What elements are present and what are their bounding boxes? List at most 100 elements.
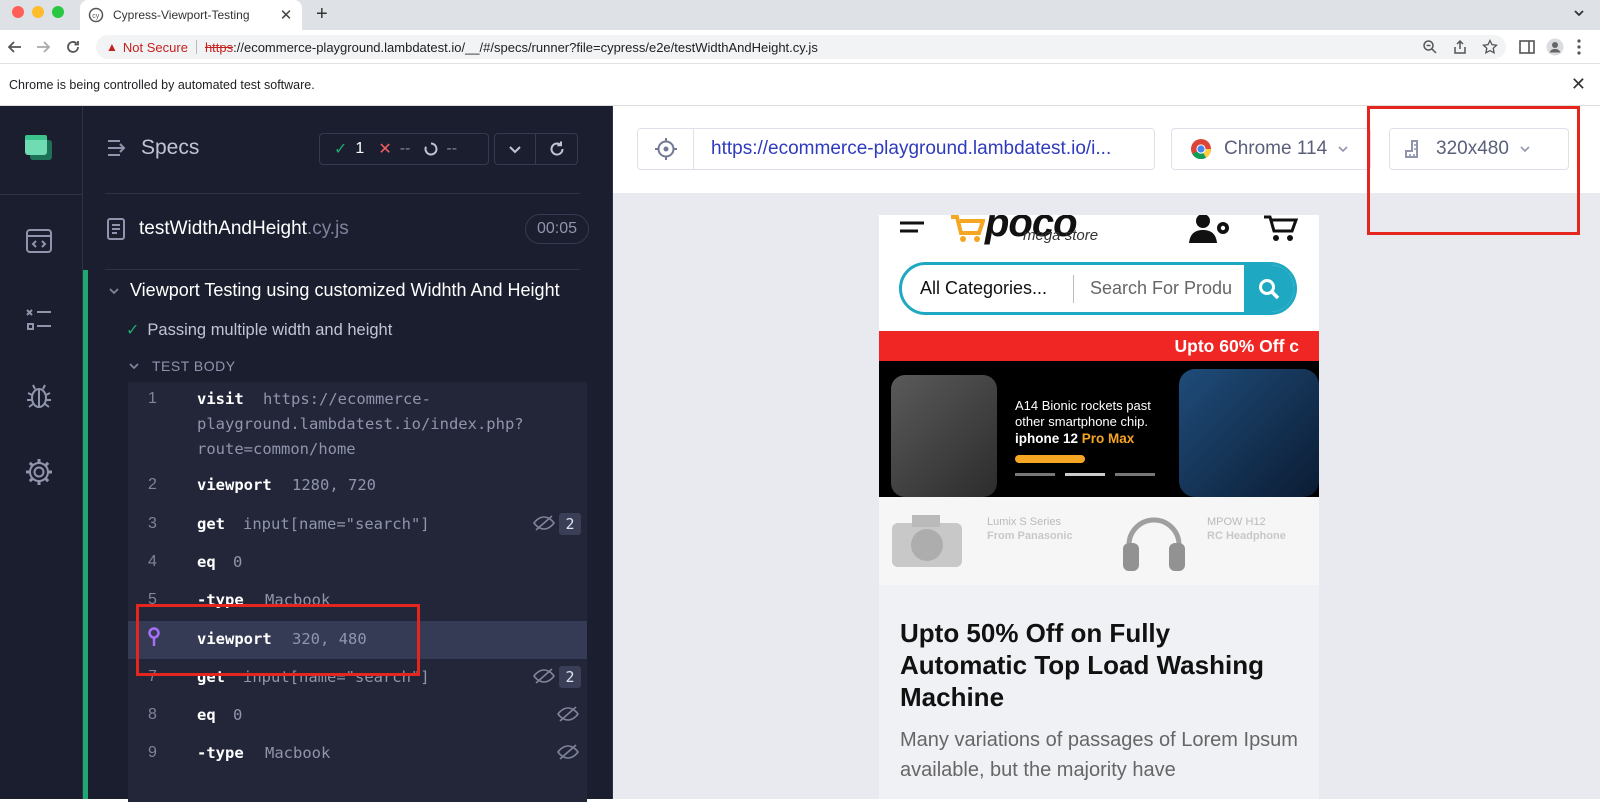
automation-message: Chrome is being controlled by automated …	[9, 78, 315, 92]
banner-subtitle: From Panasonic	[987, 530, 1073, 542]
camera-image	[892, 515, 962, 567]
bookmark-star-icon[interactable]	[1482, 39, 1498, 55]
url-text: ://ecommerce-playground.lambdatest.io/__…	[233, 39, 818, 55]
zoom-icon[interactable]	[1422, 39, 1438, 55]
specs-list-icon	[108, 140, 126, 156]
rerun-button[interactable]	[536, 133, 578, 165]
test-body-label: TEST BODY	[152, 358, 236, 374]
failed-stat: ✕ --	[378, 139, 410, 159]
command-row[interactable]: 1 visit https://ecommerce- playground.la…	[128, 390, 587, 476]
iphone-front-image	[1179, 369, 1319, 497]
banner-headphone[interactable]: MPOW H12 RC Headphone	[1099, 497, 1319, 585]
command-number: 3	[148, 515, 157, 532]
browser-tab-bar: cy Cypress-Viewport-Testing ✕ +	[0, 0, 1600, 30]
selector-playground-button[interactable]	[638, 129, 694, 169]
promo-banner[interactable]: Upto 60% Off c	[879, 331, 1319, 361]
banner-subtitle: RC Headphone	[1207, 530, 1286, 542]
more-menu-icon[interactable]	[1576, 38, 1582, 56]
command-list: 1 visit https://ecommerce- playground.la…	[128, 382, 587, 802]
headphone-image	[1123, 517, 1185, 571]
indicator[interactable]	[1115, 473, 1155, 476]
command-row[interactable]: 8 eq 0	[128, 706, 587, 736]
test-title-row[interactable]: ✓ Passing multiple width and height	[126, 320, 392, 340]
eye-hidden-icon	[557, 744, 579, 760]
passed-stat: ✓ 1	[334, 139, 364, 159]
chevron-down-icon	[128, 360, 140, 372]
aut-header: https://ecommerce-playground.lambdatest.…	[613, 106, 1600, 235]
x-icon: ✕	[378, 141, 392, 158]
refresh-icon	[550, 141, 564, 156]
shop-now-button[interactable]	[1015, 455, 1085, 463]
command-number: 9	[148, 744, 157, 761]
pending-stat: --	[424, 140, 457, 158]
banner-camera[interactable]: Lumix S Series From Panasonic	[879, 497, 1099, 585]
command-message: route=common/home	[197, 440, 356, 458]
back-icon[interactable]	[6, 38, 24, 56]
suite-title-row[interactable]: Viewport Testing using customized Widhth…	[108, 280, 560, 301]
command-message: 0	[233, 553, 243, 571]
indicator[interactable]	[1065, 473, 1105, 476]
search-button[interactable]	[1244, 265, 1294, 312]
specs-nav-icon[interactable]	[24, 226, 54, 256]
forward-icon[interactable]	[34, 38, 52, 56]
article-text: Many variations of passages of Lorem Ips…	[900, 729, 1298, 781]
browser-name: Chrome 114	[1224, 138, 1328, 159]
specs-header[interactable]: Specs	[107, 136, 199, 160]
browser-tab[interactable]: cy Cypress-Viewport-Testing ✕	[80, 0, 302, 30]
hamburger-menu-icon[interactable]	[899, 219, 927, 237]
new-tab-button[interactable]: +	[316, 4, 328, 24]
command-message: https://ecommerce-	[263, 390, 431, 408]
chevron-down-icon	[1337, 143, 1349, 155]
chrome-icon	[1191, 139, 1212, 160]
document-icon	[107, 218, 125, 240]
reload-icon[interactable]	[64, 38, 82, 56]
chevron-down-icon[interactable]	[1572, 6, 1586, 20]
spec-file-name: testWidthAndHeight.cy.js	[139, 218, 349, 240]
command-row[interactable]: 2 viewport 1280, 720	[128, 476, 587, 506]
command-row[interactable]: 4 eq 0	[128, 553, 587, 583]
shopping-cart-icon[interactable]	[1263, 215, 1299, 243]
settings-gear-icon[interactable]	[24, 457, 54, 487]
close-tab-icon[interactable]: ✕	[278, 6, 294, 24]
app-under-test-panel: https://ecommerce-playground.lambdatest.…	[613, 106, 1600, 799]
address-bar[interactable]: ▲ Not Secure https ://ecommerce-playgrou…	[96, 35, 1506, 59]
warning-icon: ▲	[106, 40, 118, 54]
category-dropdown[interactable]: All Categories...	[902, 274, 1074, 303]
debug-bug-icon[interactable]	[24, 381, 54, 411]
command-row[interactable]: 3 get input[name="search"] 2	[128, 513, 587, 545]
tab-title: Cypress-Viewport-Testing	[113, 8, 250, 22]
profile-avatar-icon[interactable]	[1546, 38, 1564, 56]
cypress-favicon-icon: cy	[88, 7, 104, 23]
test-body-header[interactable]: TEST BODY	[128, 358, 236, 374]
divider	[105, 193, 580, 194]
search-input[interactable]: Search For Produ	[1074, 278, 1244, 299]
command-number: 4	[148, 553, 157, 570]
aut-url-box[interactable]: https://ecommerce-playground.lambdatest.…	[637, 128, 1155, 170]
command-name: get	[197, 515, 225, 533]
share-icon[interactable]	[1452, 39, 1468, 55]
aut-url[interactable]: https://ecommerce-playground.lambdatest.…	[694, 138, 1134, 160]
annotation-highlight-box	[136, 604, 420, 676]
command-name: eq	[197, 553, 216, 571]
element-count-badge: 2	[559, 513, 581, 535]
eye-hidden-icon	[557, 706, 579, 722]
collapse-all-button[interactable]	[494, 133, 536, 165]
banner-title: Lumix S Series	[987, 516, 1061, 528]
close-infobar-icon[interactable]: ✕	[1571, 74, 1586, 95]
site-search-bar: All Categories... Search For Produ	[899, 262, 1297, 315]
hero-carousel[interactable]: A14 Bionic rockets past other smartphone …	[879, 361, 1319, 497]
maximize-window-button[interactable]	[52, 6, 64, 18]
indicator[interactable]	[1015, 473, 1055, 476]
side-panel-icon[interactable]	[1518, 38, 1536, 56]
article-title[interactable]: Upto 50% Off on Fully Automatic Top Load…	[900, 617, 1300, 713]
minimize-window-button[interactable]	[32, 6, 44, 18]
command-row[interactable]: 9 -type Macbook	[128, 744, 587, 774]
cypress-side-nav	[0, 106, 83, 799]
browser-selector[interactable]: Chrome 114	[1171, 128, 1371, 170]
close-window-button[interactable]	[12, 6, 24, 18]
account-settings-icon[interactable]	[1189, 215, 1233, 243]
browser-toolbar: ▲ Not Secure https ://ecommerce-playgrou…	[0, 30, 1600, 64]
cypress-logo-icon[interactable]	[24, 134, 54, 162]
spec-file-row[interactable]: testWidthAndHeight.cy.js	[107, 218, 349, 240]
runs-nav-icon[interactable]	[24, 304, 54, 334]
